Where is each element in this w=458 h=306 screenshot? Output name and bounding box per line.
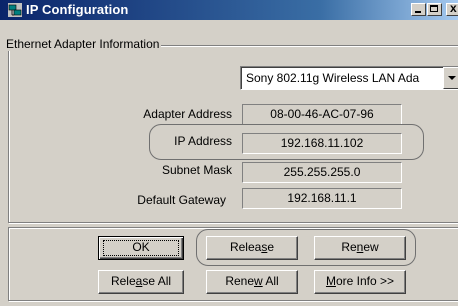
subnet-mask-label: Subnet Mask [161,163,232,177]
adapter-address-label: Adapter Address [143,107,232,121]
ok-button[interactable]: OK [98,236,184,260]
renew-all-button[interactable]: Renew All [206,270,298,294]
close-icon[interactable] [446,1,458,16]
more-info-button[interactable]: More Info >> [314,270,406,294]
title-bar[interactable]: IP Configuration [0,0,458,20]
chevron-down-icon[interactable] [443,67,458,89]
adapter-address-value: 08-00-46-AC-07-96 [242,104,402,125]
more-info-label-b: M [325,274,336,288]
adapter-info-group-label: Ethernet Adapter Information [4,37,162,51]
adapter-select[interactable]: Sony 802.11g Wireless LAN Ada [240,66,458,90]
release-all-label-a: Rele [110,274,136,288]
ip-address-highlight [149,124,424,160]
default-gateway-value: 192.168.11.1 [242,188,402,209]
default-gateway-label: Default Gateway [137,193,226,207]
window-title: IP Configuration [26,2,129,17]
maximize-icon[interactable] [427,3,442,16]
renew-all-label-c: All [262,274,279,288]
release-renew-highlight [196,229,416,266]
release-all-label-c: se All [142,274,172,288]
network-icon [8,3,22,17]
subnet-mask-value: 255.255.255.0 [242,162,402,183]
adapter-select-value: Sony 802.11g Wireless LAN Ada [246,71,420,85]
release-all-button[interactable]: Release All [98,270,184,294]
renew-all-label-b: w [254,274,263,288]
renew-all-label-a: Rene [225,274,254,288]
minimize-icon[interactable] [411,3,426,16]
focus-rect [103,240,179,256]
more-info-label-c: ore Info >> [335,274,395,288]
